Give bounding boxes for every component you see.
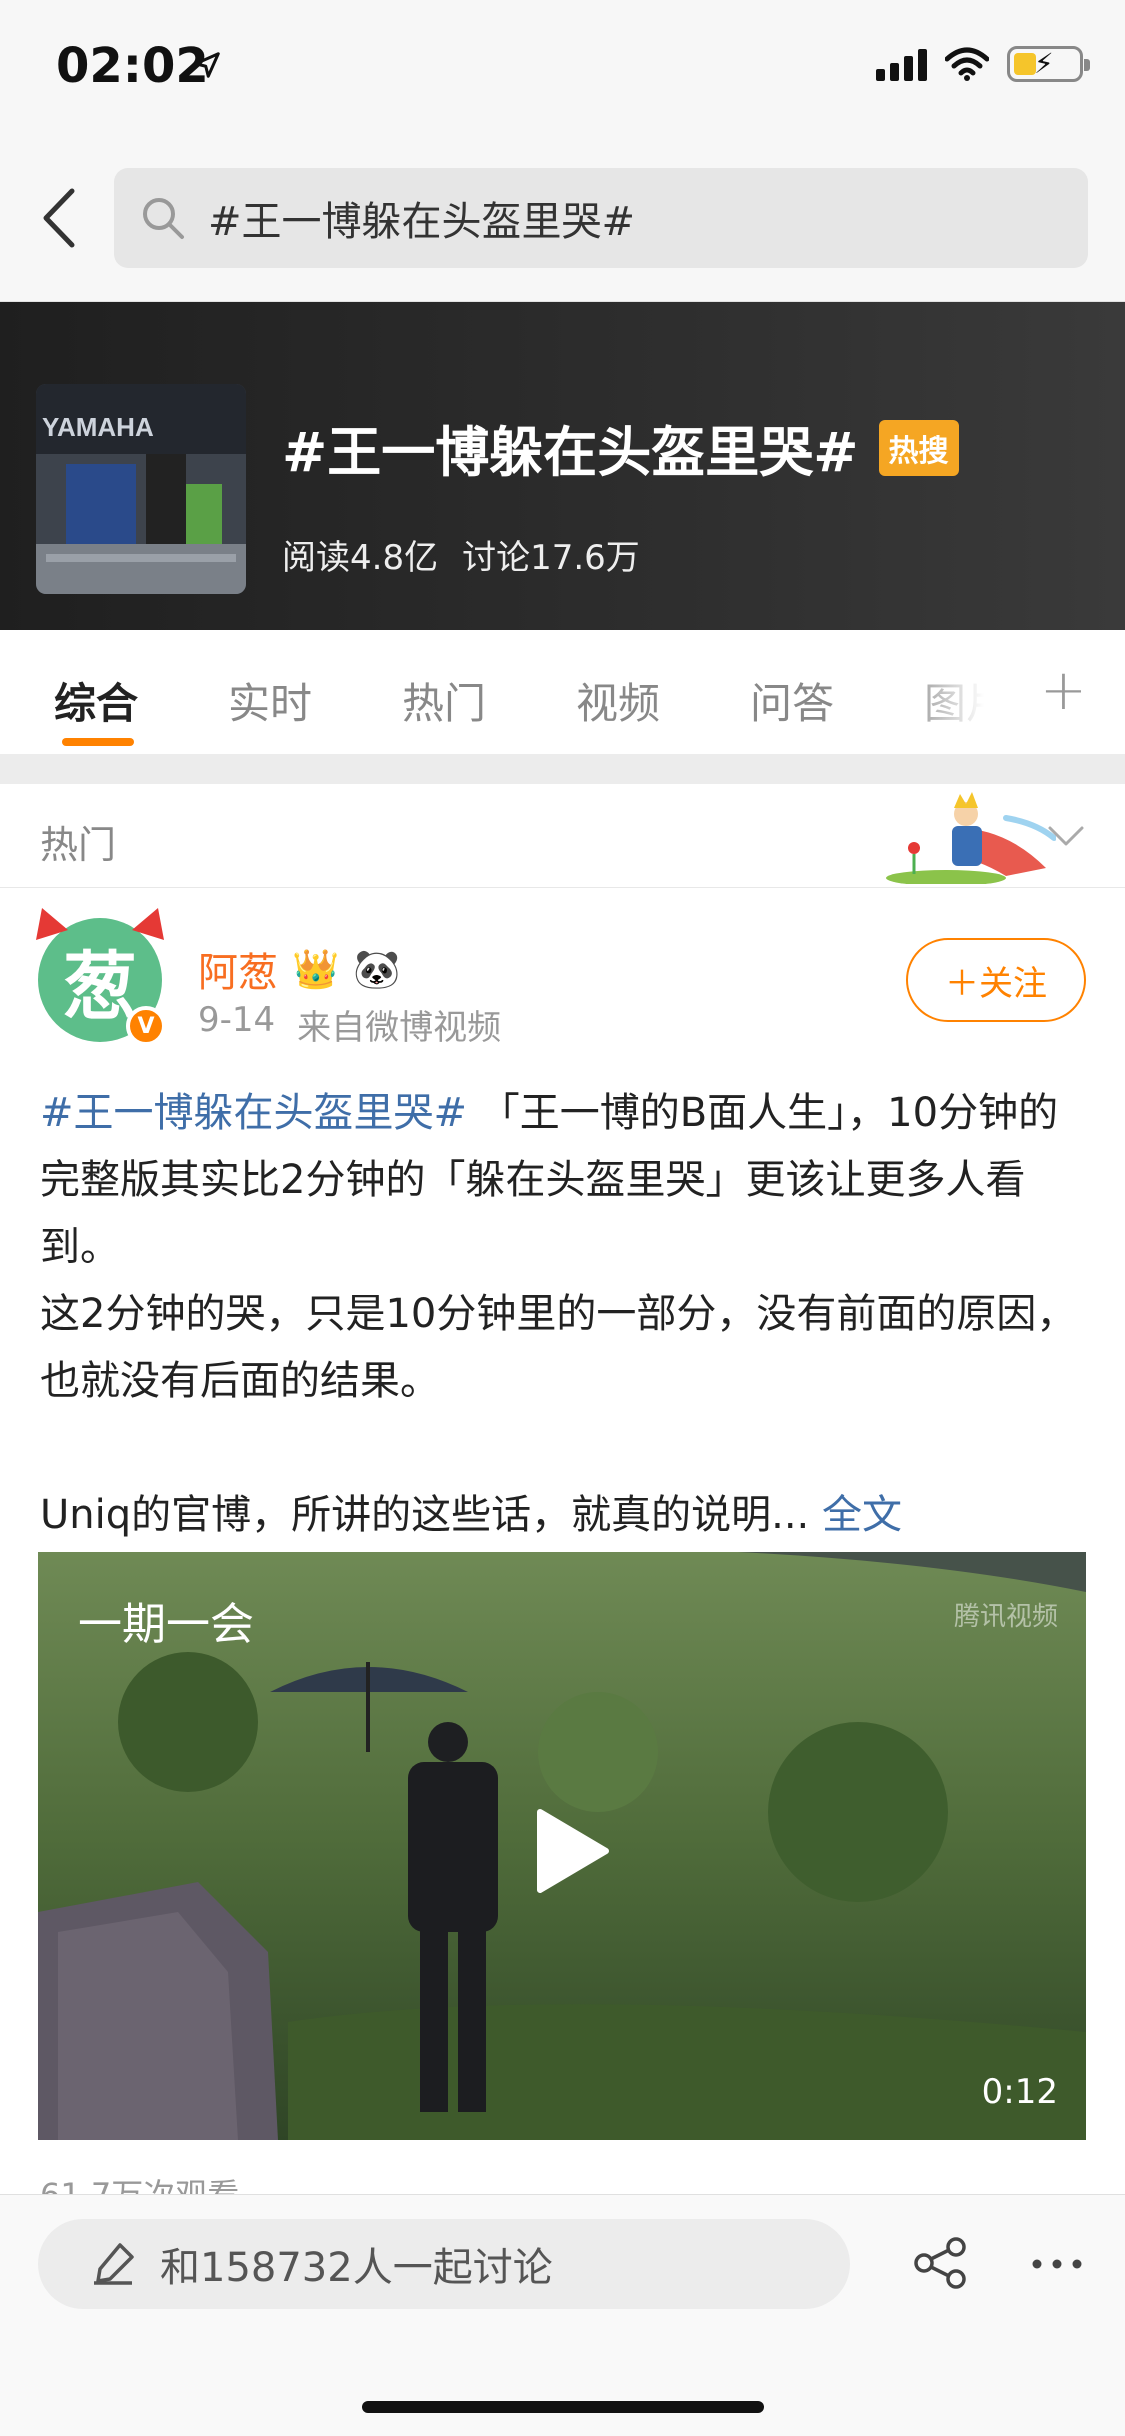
- search-bar[interactable]: [114, 168, 1088, 268]
- topic-stats: 阅读4.8亿 讨论17.6万: [282, 530, 640, 579]
- crown-badge-icon: 👑: [292, 946, 340, 991]
- search-input[interactable]: [208, 195, 1008, 241]
- topic-discussion-count: 讨论17.6万: [462, 538, 640, 578]
- tab-fade: [900, 630, 1020, 754]
- video-watermark: 腾讯视频: [953, 1602, 1058, 1632]
- tab-qa[interactable]: 问答: [750, 670, 834, 731]
- tab-bar: 综合 实时 热门 视频 问答 图片 +: [0, 630, 1125, 754]
- post-card: 葱 V 阿葱 👑 🐼 9-14 来自微博视频 ＋关注 #王一博躲在头盔里哭# 「…: [0, 888, 1125, 2214]
- location-arrow-icon: [194, 52, 220, 78]
- chevron-down-icon[interactable]: [1044, 816, 1088, 856]
- bottom-bar: 和158732人一起讨论: [0, 2194, 1125, 2436]
- video-player[interactable]: 一期一会 腾讯视频 0:12: [38, 1552, 1086, 2140]
- post-body: #王一博躲在头盔里哭# 「王一博的B面人生」，10分钟的完整版其实比2分钟的「躲…: [40, 1080, 1080, 1549]
- status-bar: 02:02 ⚡: [0, 0, 1125, 140]
- discussion-compose[interactable]: 和158732人一起讨论: [38, 2219, 850, 2309]
- battery-icon: ⚡: [1007, 46, 1090, 82]
- post-date: 9-14: [198, 1000, 276, 1040]
- post-username[interactable]: 阿葱 👑 🐼: [198, 940, 401, 998]
- hashtag-link[interactable]: #王一博躲在头盔里哭#: [40, 1090, 467, 1136]
- topic-title: #王一博躲在头盔里哭# 热搜: [282, 408, 959, 487]
- wifi-icon: [945, 47, 989, 81]
- read-more-link[interactable]: 全文: [822, 1492, 902, 1538]
- hot-section-header: 热门: [0, 784, 1125, 888]
- hot-search-badge: 热搜: [878, 420, 959, 476]
- follow-button[interactable]: ＋关注: [906, 938, 1086, 1022]
- topic-read-count: 阅读4.8亿: [282, 538, 439, 578]
- verified-badge-icon: V: [126, 1006, 166, 1046]
- section-divider: [0, 754, 1125, 784]
- active-tab-indicator: [62, 738, 134, 746]
- tab-video[interactable]: 视频: [576, 670, 660, 731]
- add-tab-icon[interactable]: +: [1040, 658, 1087, 723]
- video-duration: 0:12: [981, 2072, 1058, 2112]
- home-indicator: [362, 2401, 764, 2413]
- post-source: 来自微博视频: [297, 1008, 502, 1048]
- section-label: 热门: [40, 823, 117, 867]
- tab-comprehensive[interactable]: 综合: [54, 670, 138, 731]
- cellular-signal-icon: [876, 47, 927, 81]
- topic-title-text: #王一博躲在头盔里哭#: [282, 421, 859, 484]
- more-options-icon[interactable]: [1030, 2257, 1084, 2271]
- panda-badge-icon: 🐼: [353, 946, 401, 991]
- edit-icon: [94, 2243, 134, 2285]
- compose-label: 和158732人一起讨论: [160, 2245, 553, 2291]
- topic-header: YAMAHA #王一博躲在头盔里哭# 热搜 阅读4.8亿 讨论17.6万: [0, 302, 1125, 630]
- tab-hot[interactable]: 热门: [402, 670, 486, 731]
- nav-bar: [0, 140, 1125, 302]
- little-prince-illustration: [886, 792, 1056, 884]
- play-icon[interactable]: [532, 1806, 612, 1896]
- post-text-line3: Uniq的官博，所讲的这些话，就真的说明...: [40, 1492, 810, 1538]
- video-caption: 一期一会: [78, 1599, 254, 1650]
- chevron-left-icon: [43, 188, 75, 248]
- user-avatar[interactable]: 葱 V: [36, 908, 166, 1046]
- share-icon[interactable]: [912, 2235, 968, 2291]
- svg-text:YAMAHA: YAMAHA: [42, 412, 154, 442]
- search-icon: [143, 198, 184, 239]
- watermelon-ears-icon: [36, 908, 164, 940]
- tab-realtime[interactable]: 实时: [228, 670, 312, 731]
- status-indicators: ⚡: [876, 46, 1090, 82]
- username-text[interactable]: 阿葱: [198, 940, 278, 998]
- back-button[interactable]: [28, 178, 88, 258]
- post-text-line2: 这2分钟的哭，只是10分钟里的一部分，没有前面的原因，也就没有后面的结果。: [40, 1291, 1077, 1404]
- topic-thumbnail: YAMAHA: [36, 384, 246, 594]
- status-time: 02:02: [56, 38, 209, 94]
- post-meta: 9-14 来自微博视频: [198, 1000, 501, 1049]
